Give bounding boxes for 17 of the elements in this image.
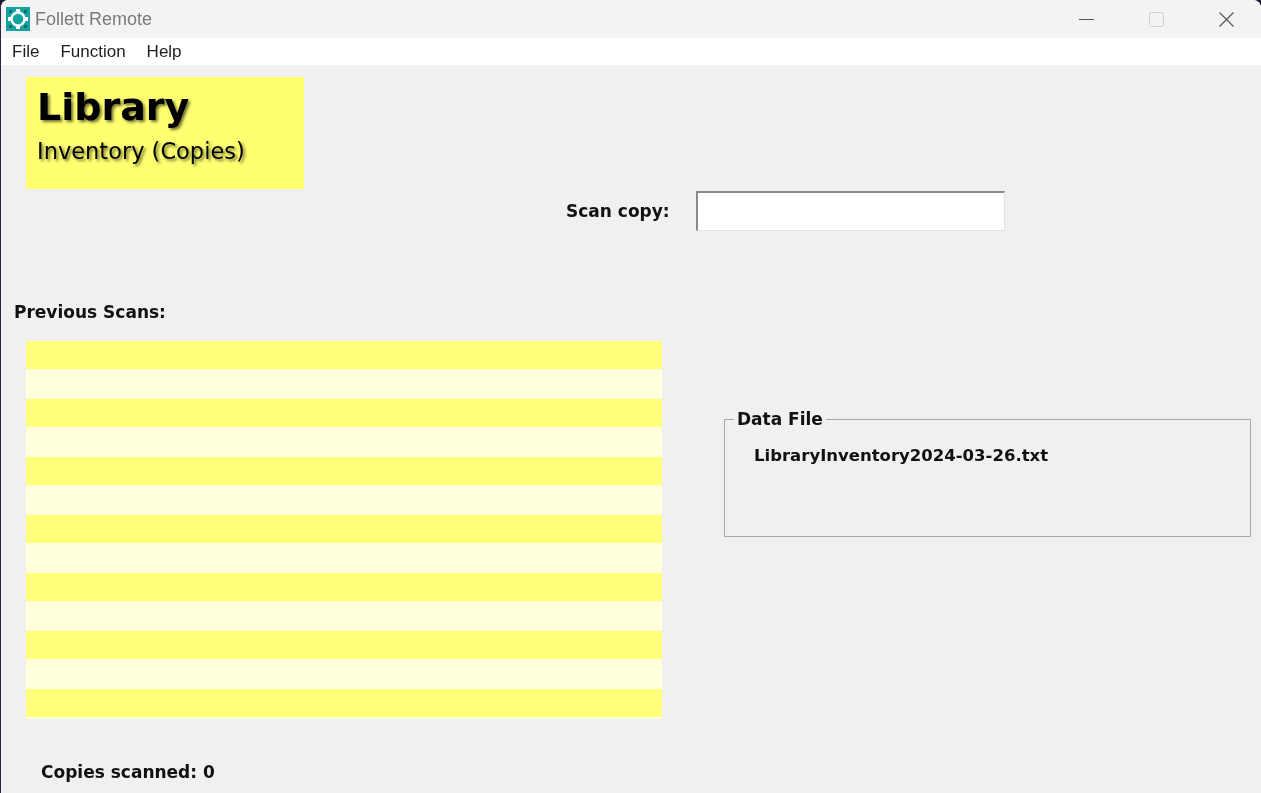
- file-name-text: LibraryInventory2024-03-26.txt: [754, 446, 1049, 465]
- window-title: Follett Remote: [35, 8, 153, 30]
- scan-copy-field[interactable]: [695, 191, 1005, 231]
- banner-subtitle: Inventory (Copies): [37, 137, 245, 165]
- minimize-icon: [1078, 18, 1094, 20]
- group-title: Data File: [736, 409, 824, 429]
- copies-scanned-text: Copies scanned: 0: [41, 761, 215, 783]
- banner-title: Library: [37, 84, 190, 131]
- scan-list[interactable]: [26, 341, 662, 719]
- menu-item[interactable]: File: [4, 41, 48, 62]
- menu-item[interactable]: Help: [138, 41, 190, 62]
- close-icon: [1218, 11, 1234, 27]
- app-icon: [6, 7, 30, 31]
- menu-item[interactable]: Function: [52, 41, 134, 62]
- maximize-icon: [1148, 11, 1164, 27]
- previous-scans-label: Previous Scans:: [14, 301, 166, 323]
- scan-copy-label: Scan copy:: [566, 201, 670, 221]
